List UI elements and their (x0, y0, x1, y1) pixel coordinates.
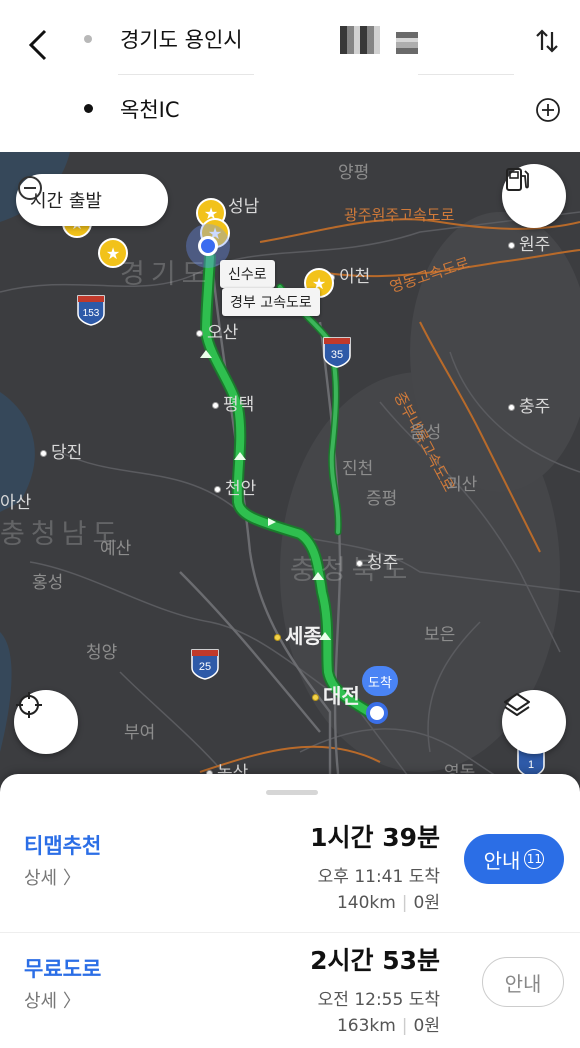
minus-circle-icon (18, 176, 42, 200)
route-detail-link[interactable]: 상세 〉 (24, 987, 81, 1013)
swap-arrows-icon (536, 29, 558, 53)
route-name: 티맵추천 (24, 834, 102, 858)
city-label: 성남 (228, 197, 260, 217)
departure-time-button[interactable]: 시간 출발 (16, 174, 168, 226)
svg-text:25: 25 (199, 661, 211, 673)
divider (418, 74, 514, 75)
city-label: 천안 (214, 474, 256, 499)
destination-marker-icon (366, 702, 388, 724)
destination-dot-icon (84, 104, 93, 113)
gas-station-button[interactable] (502, 164, 566, 228)
origin-field[interactable]: 경기도 용인시 (120, 24, 243, 54)
current-location-button[interactable] (14, 690, 78, 754)
guidance-label: 안내 (483, 848, 521, 873)
city-label: 홍성 (32, 573, 64, 593)
chevron-left-icon (28, 29, 47, 61)
city-label: 이천 (328, 262, 370, 287)
redacted-text (396, 32, 418, 54)
city-label: 예산 (100, 539, 132, 559)
route-meta: 140km | 0원 (336, 893, 440, 913)
city-label: 음성 (410, 423, 442, 443)
city-label: 당진 (40, 438, 82, 463)
route-toll: 0원 (413, 1016, 440, 1036)
route-app: 경기도 용인시 옥천IC 경기도 충청남도 충청북도 광주원주고속도로 영동고속… (0, 0, 580, 1048)
route-duration: 1시간 39분 (310, 823, 440, 852)
layers-icon (504, 693, 530, 716)
map-layers-button[interactable] (502, 690, 566, 754)
route-meta: 163km | 0원 (336, 1016, 440, 1036)
add-waypoint-button[interactable] (534, 96, 562, 124)
route-arrival-time: 오후 11:41 도착 (317, 867, 440, 887)
arrival-marker: 도착 (362, 666, 398, 696)
city-label: 괴산 (446, 475, 478, 495)
route-option-row[interactable]: 티맵추천 상세 〉 1시간 39분 오후 11:41 도착 140km | 0원 안… (0, 810, 580, 930)
city-label: 원주 (508, 230, 550, 255)
swap-route-button[interactable] (530, 24, 564, 58)
fuel-pump-icon (506, 168, 529, 191)
route-option-row[interactable]: 무료도로 상세 〉 2시간 53분 오전 12:55 도착 163km | 0원 안… (0, 932, 580, 1048)
city-label: 청주 (356, 548, 398, 573)
redacted-text (340, 26, 380, 54)
origin-dot-icon (84, 35, 92, 43)
highway-shield-icon: 35 (323, 337, 351, 368)
sheet-drag-handle[interactable] (266, 790, 318, 795)
city-label: 양평 (338, 163, 370, 183)
start-guidance-button[interactable]: 안내 (482, 957, 564, 1007)
city-label: 아산 (0, 493, 32, 513)
plus-circle-icon (536, 98, 560, 122)
city-label: 오산 (196, 318, 238, 343)
route-detail-link[interactable]: 상세 〉 (24, 864, 81, 890)
route-name: 무료도로 (24, 957, 102, 981)
highway-shield-icon: 25 (191, 649, 219, 680)
start-guidance-button[interactable]: 안내 11 (464, 834, 564, 884)
route-toll: 0원 (413, 893, 440, 913)
route-arrival-time: 오전 12:55 도착 (317, 990, 440, 1010)
map-canvas (0, 152, 580, 792)
route-distance: 140km (336, 893, 396, 913)
map-view[interactable]: 경기도 충청남도 충청북도 광주원주고속도로 영동고속도로 중부내륙고속도로 양… (0, 152, 580, 792)
countdown-badge: 11 (524, 849, 545, 869)
route-search-header: 경기도 용인시 옥천IC (0, 0, 580, 152)
city-label: 충주 (508, 392, 550, 417)
route-distance: 163km (336, 1016, 396, 1036)
road-name-tag: 신수로 (220, 260, 275, 288)
city-label: 증평 (366, 489, 398, 509)
current-location-icon (198, 236, 218, 256)
highway-shield-icon: 153 (77, 295, 105, 326)
city-label: 부여 (124, 723, 156, 743)
svg-text:153: 153 (83, 308, 100, 319)
road-name-tag: 경부 고속도로 (222, 288, 320, 316)
city-label: 진천 (342, 459, 374, 479)
guidance-label: 안내 (504, 971, 542, 996)
favorite-star-icon[interactable]: ★ (98, 238, 128, 268)
back-button[interactable] (18, 22, 58, 68)
route-options-sheet: 티맵추천 상세 〉 1시간 39분 오후 11:41 도착 140km | 0원 안… (0, 774, 580, 1048)
city-label: 세종 (274, 620, 322, 649)
city-label: 평택 (212, 390, 254, 415)
destination-field[interactable]: 옥천IC (120, 94, 180, 124)
road-label: 광주원주고속도로 (344, 206, 455, 224)
city-label: 대전 (312, 680, 360, 709)
route-duration: 2시간 53분 (310, 946, 440, 975)
city-label: 청양 (86, 643, 118, 663)
svg-text:1: 1 (528, 759, 534, 771)
svg-text:35: 35 (331, 349, 343, 361)
divider (118, 74, 254, 75)
city-label: 보은 (424, 625, 456, 645)
crosshair-icon (16, 692, 42, 718)
